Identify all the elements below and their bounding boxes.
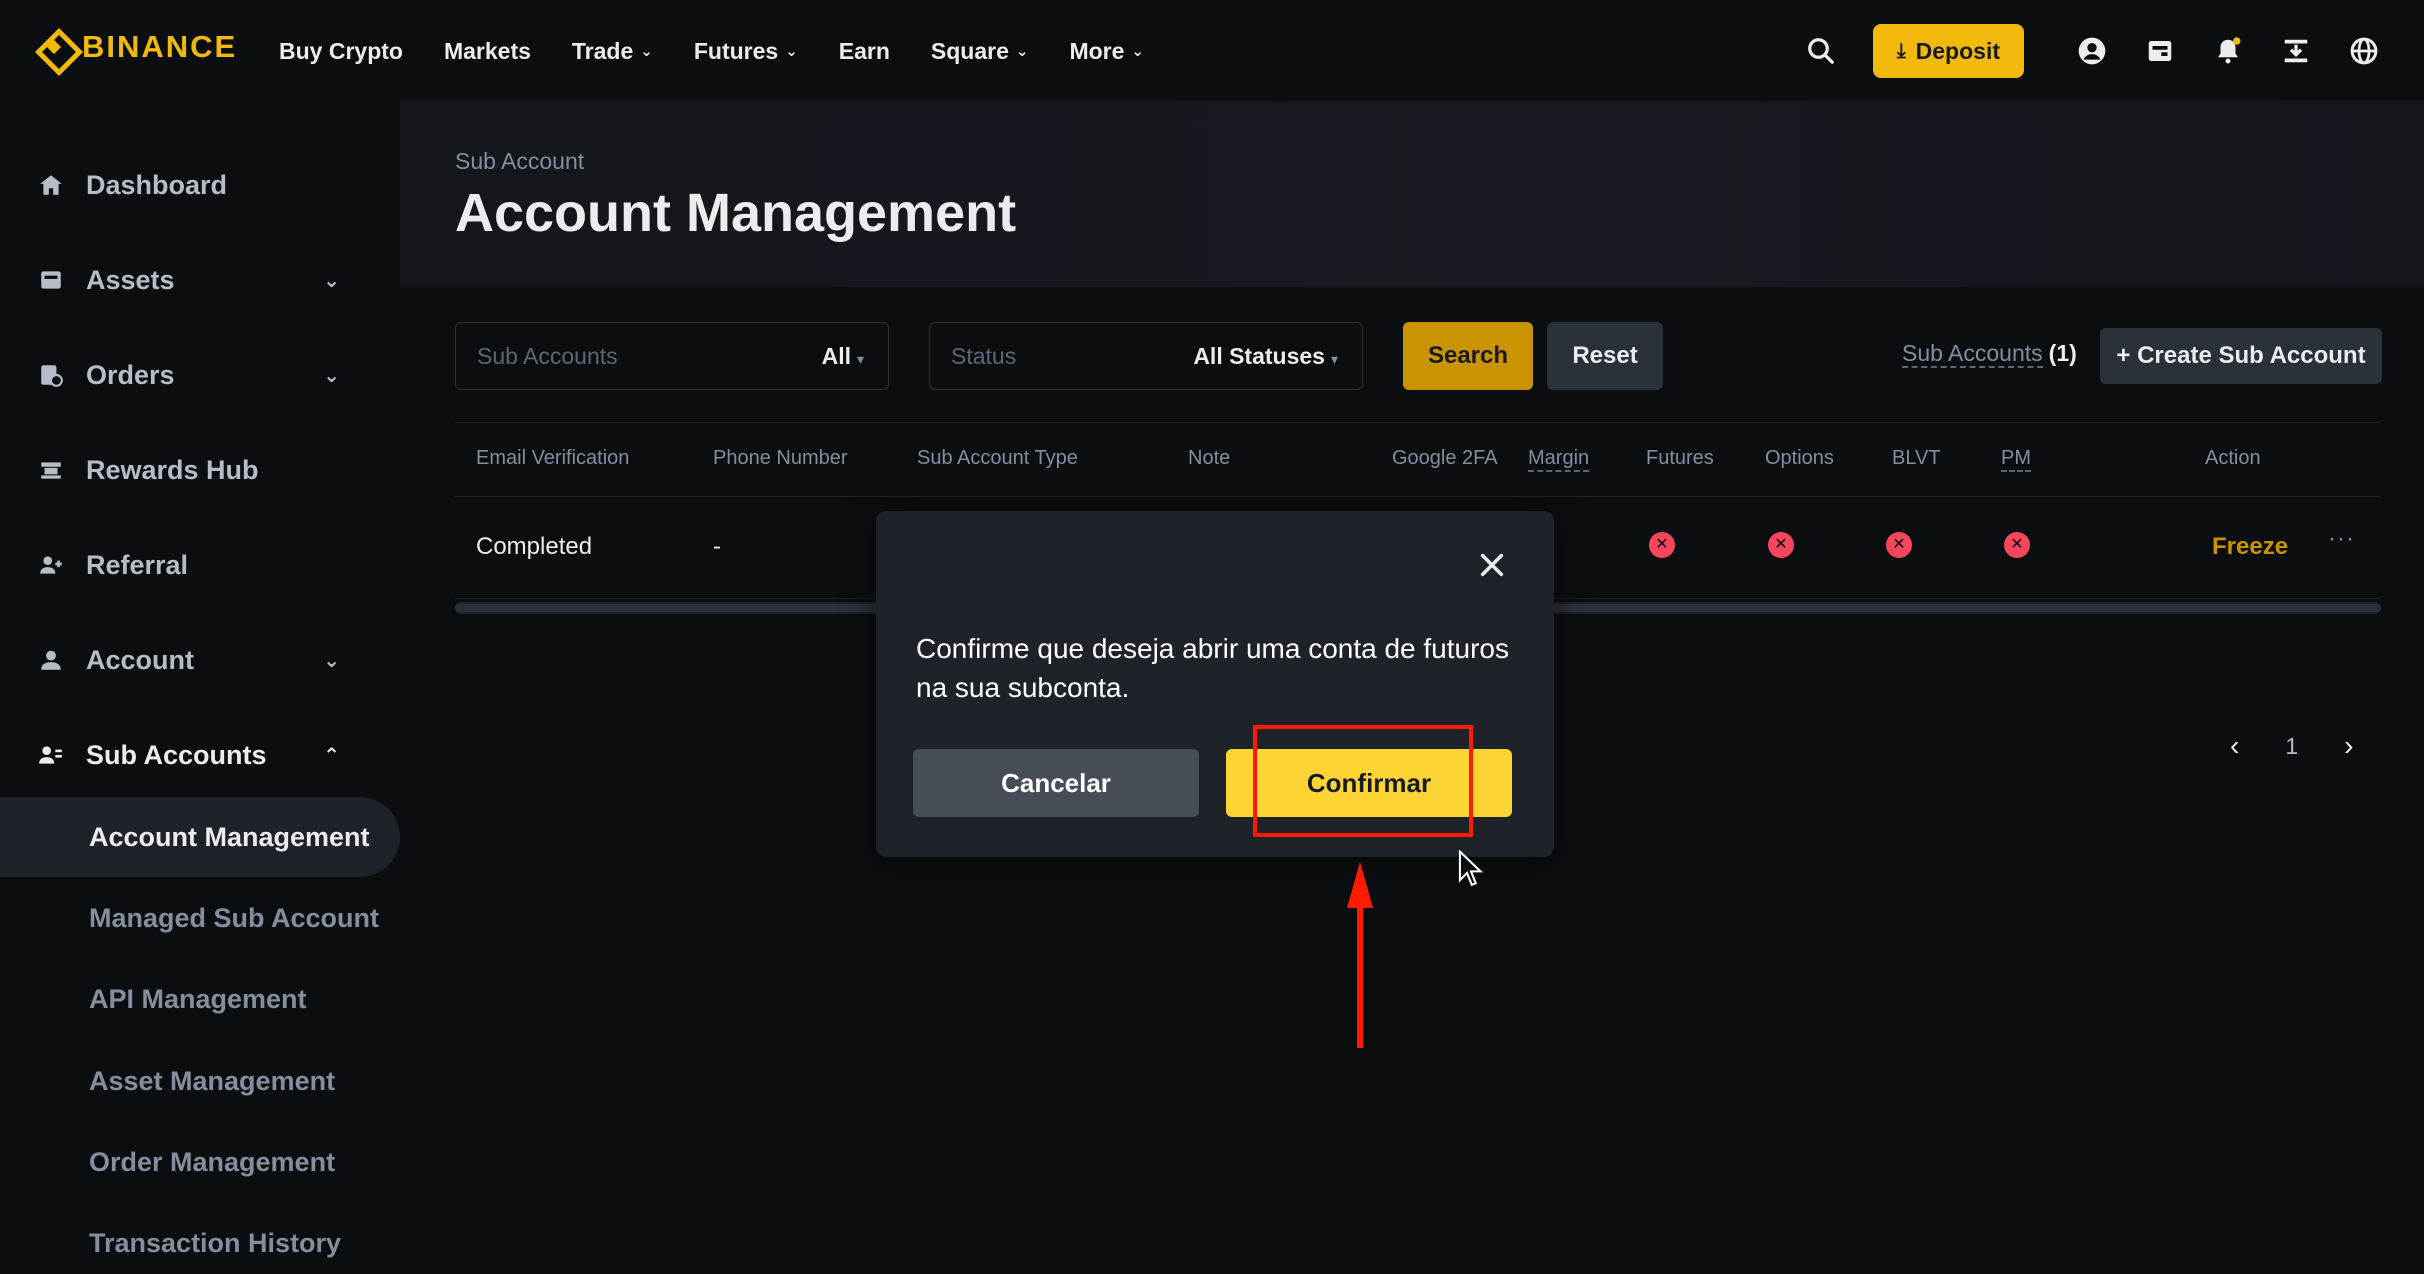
column-header: Email Verification [476,447,630,469]
reset-button[interactable]: Reset [1547,322,1663,390]
annotation-highlight-box [1253,725,1473,837]
search-icon[interactable] [1801,31,1841,71]
sidebar-item-rewards-hub[interactable]: Rewards Hub [0,430,400,510]
column-header: Options [1765,447,1834,469]
sidebar-item-orders[interactable]: Orders ⌄ [0,335,400,415]
sub-accounts-icon [36,740,66,770]
more-actions-icon[interactable]: ··· [2328,525,2355,553]
globe-icon[interactable] [2344,31,2384,71]
column-header: Phone Number [713,447,848,469]
blvt-disabled-icon: ✕ [1886,532,1912,558]
wallet-icon [36,265,66,295]
chevron-down-icon: ⌄ [1131,43,1144,60]
bell-icon[interactable] [2208,31,2248,71]
nav-trade[interactable]: Trade ⌄ [572,38,653,65]
sidebar-item-account[interactable]: Account ⌄ [0,620,400,700]
user-icon [36,645,66,675]
sub-accounts-count-label[interactable]: Sub Accounts [1902,340,2043,368]
column-header: Note [1188,447,1231,469]
page-number[interactable]: 1 [2285,733,2298,760]
brand-name: BINANCE [82,29,238,64]
main-nav: Buy Crypto Markets Trade ⌄ Futures ⌄ Earn … [279,0,1185,102]
page-header: Sub Account Account Management [400,102,2424,287]
sub-accounts-count: Sub Accounts (1) [1902,340,2077,368]
orders-icon [36,360,66,390]
status-filter[interactable]: Status All Statuses ▾ [929,322,1363,390]
pm-disabled-icon: ✕ [2004,532,2030,558]
dialog-message: Confirme que deseja abrir uma conta de f… [916,633,1509,703]
referral-icon [36,550,66,580]
sub-accounts-filter-placeholder: Sub Accounts [477,342,618,369]
cancel-button[interactable]: Cancelar [913,749,1199,817]
nav-buy-crypto[interactable]: Buy Crypto [279,38,403,65]
nav-more[interactable]: More ⌄ [1069,38,1144,65]
search-button[interactable]: Search [1403,322,1533,390]
mouse-cursor-icon [1458,849,1484,893]
futures-disabled-icon: ✕ [1649,532,1675,558]
nav-markets[interactable]: Markets [444,38,531,65]
table-header: Email Verification Phone Number Sub Acco… [455,422,2381,497]
binance-logo-icon [34,27,74,67]
sidebar-subitem-transaction-history[interactable]: Transaction History [0,1203,400,1274]
download-icon[interactable] [2276,31,2316,71]
page-title: Account Management [455,183,1017,243]
sidebar-subitem-asset-management[interactable]: Asset Management [0,1041,400,1121]
pagination: ‹ 1 › [2230,730,2353,762]
nav-square[interactable]: Square ⌄ [931,38,1029,65]
sidebar-item-referral[interactable]: Referral [0,525,400,605]
wallet-icon[interactable] [2140,31,2180,71]
profile-icon[interactable] [2072,31,2112,71]
breadcrumb[interactable]: Sub Account [455,148,584,175]
column-header: BLVT [1892,447,1941,469]
chevron-up-icon: ⌃ [323,744,340,767]
chevron-down-icon: ⌄ [785,43,798,60]
binance-logo[interactable]: BINANCE [34,27,237,67]
chevron-right-icon[interactable]: › [2344,730,2353,762]
chevron-left-icon[interactable]: ‹ [2230,730,2239,762]
nav-futures[interactable]: Futures ⌄ [694,38,798,65]
column-header: Sub Account Type [917,447,1078,469]
column-header: Futures [1646,447,1714,469]
column-header: Action [2205,447,2261,469]
caret-down-icon: ▾ [856,350,864,367]
sub-accounts-count-value: (1) [2048,340,2077,366]
nav-earn[interactable]: Earn [839,38,890,65]
close-icon[interactable] [1474,547,1510,583]
rewards-icon [36,455,66,485]
caret-down-icon: ▾ [1330,350,1338,367]
download-icon: ⤓ [1896,39,1906,62]
chevron-down-icon: ⌄ [640,43,653,60]
status-filter-placeholder: Status [951,342,1017,369]
sidebar-item-dashboard[interactable]: Dashboard [0,145,400,225]
column-header-pm[interactable]: PM [2001,447,2031,472]
sidebar-item-assets[interactable]: Assets ⌄ [0,240,400,320]
chevron-down-icon: ⌄ [323,269,340,292]
top-navbar: BINANCE Buy Crypto Markets Trade ⌄ Future… [0,0,2424,102]
column-header: Google 2FA [1392,447,1498,469]
sidebar: Dashboard Assets ⌄ Orders ⌄ Rewards Hub … [0,102,400,1274]
sidebar-item-sub-accounts[interactable]: Sub Accounts ⌃ [0,715,400,795]
sidebar-subitem-order-management[interactable]: Order Management [0,1122,400,1202]
freeze-link[interactable]: Freeze [2212,533,2288,561]
status-filter-value: All Statuses ▾ [1193,342,1338,369]
sidebar-subitem-account-management[interactable]: Account Management [0,797,400,877]
phone-number-cell: - [713,533,721,560]
options-disabled-icon: ✕ [1768,532,1794,558]
sub-accounts-filter[interactable]: Sub Accounts All ▾ [455,322,889,390]
sidebar-subitem-api-management[interactable]: API Management [0,959,400,1039]
email-verification-cell: Completed [476,533,593,560]
create-sub-account-button[interactable]: + Create Sub Account [2100,328,2382,384]
annotation-arrow [1357,900,1363,1048]
deposit-button[interactable]: ⤓ Deposit [1872,24,2024,78]
chevron-down-icon: ⌄ [323,649,340,672]
chevron-down-icon: ⌄ [323,364,340,387]
sidebar-subitem-managed-sub-account[interactable]: Managed Sub Account [0,878,400,958]
column-header-margin[interactable]: Margin [1528,447,1590,472]
home-icon [36,170,66,200]
sub-accounts-filter-value: All ▾ [821,342,864,369]
chevron-down-icon: ⌄ [1015,43,1029,60]
nav-right-actions: ⤓ Deposit [1773,0,2424,102]
